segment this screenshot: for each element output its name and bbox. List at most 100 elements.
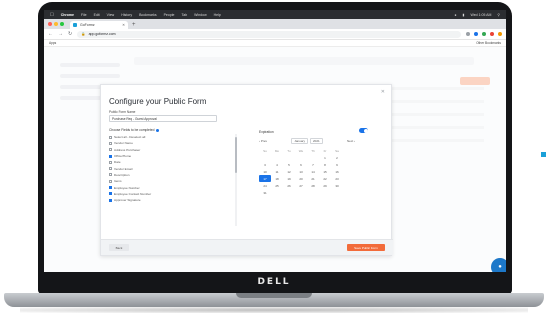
calendar-day[interactable]: 29 [319,182,331,189]
calendar-day[interactable]: 25 [271,182,283,189]
back-arrow-icon[interactable]: ← [48,31,53,37]
calendar-day-selected[interactable]: 17 [259,175,271,182]
menu-bookmarks[interactable]: Bookmarks [139,13,157,17]
fields-label: Choose Fields to be completed [109,128,160,132]
year-select[interactable]: 2021 [310,138,323,144]
menu-window[interactable]: Window [194,13,206,17]
save-public-form-button[interactable]: Save Public Form [347,244,385,251]
close-icon[interactable]: ✕ [381,89,385,95]
extension-icon[interactable] [482,32,486,36]
browser-toolbar: ← → ↻ 🔒 app.goformz.com [44,29,506,40]
profile-avatar-icon[interactable] [498,32,502,36]
checkbox[interactable] [109,179,112,183]
checkbox[interactable] [109,160,112,164]
address-bar[interactable]: 🔒 app.goformz.com [77,30,461,38]
bookmark-other[interactable]: Other Bookmarks [476,41,501,45]
calendar-day[interactable]: 26 [283,182,295,189]
reload-icon[interactable]: ↻ [68,31,72,37]
calendar-weekday: Sa [335,148,339,153]
field-label: Employee Number [114,185,140,190]
calendar-day[interactable]: 23 [331,175,343,182]
calendar-day[interactable]: 13 [295,168,307,175]
checkbox[interactable] [109,167,112,171]
checkbox[interactable] [109,173,112,177]
minimize-window-button[interactable] [54,22,58,26]
back-button[interactable]: Back [109,244,129,251]
checkbox[interactable] [109,192,112,196]
chat-icon[interactable]: ● [491,258,506,272]
menubar-clock[interactable]: Wed 1:05 AM [470,13,491,17]
field-label: Date [114,160,121,165]
calendar-day[interactable]: 7 [307,161,319,168]
checkbox[interactable] [109,154,112,158]
calendar-next-button[interactable]: Next › [347,139,355,143]
search-icon[interactable]: ⚲ [497,13,500,17]
calendar-blank [283,154,295,161]
menu-file[interactable]: File [81,13,87,17]
wifi-icon[interactable]: ● [454,13,456,17]
tab-title: GoFormz [80,23,95,27]
calendar-day[interactable]: 28 [307,182,319,189]
menu-view[interactable]: View [107,13,115,17]
new-tab-icon[interactable]: + [132,22,136,28]
apple-icon[interactable]:  [50,12,54,18]
calendar-day[interactable]: 16 [331,168,343,175]
menu-history[interactable]: History [121,13,132,17]
calendar-day[interactable]: 18 [271,175,283,182]
checkbox[interactable] [109,148,112,152]
bookmark-apps[interactable]: Apps [49,41,56,45]
calendar-day[interactable]: 19 [283,175,295,182]
calendar-day[interactable]: 4 [271,161,283,168]
calendar-day[interactable]: 9 [331,161,343,168]
accent-square [541,152,546,157]
calendar-day[interactable]: 6 [295,161,307,168]
info-icon[interactable] [156,128,160,132]
calendar-day[interactable]: 12 [283,168,295,175]
menubar-app-name[interactable]: Chrome [61,13,74,17]
dialog-footer: Back Save Public Form [101,239,393,255]
close-window-button[interactable] [48,22,52,26]
field-item[interactable]: Approver Signature [109,197,236,203]
calendar-day[interactable]: 24 [259,182,271,189]
calendar-day[interactable]: 8 [319,161,331,168]
menu-edit[interactable]: Edit [94,13,100,17]
calendar-day[interactable]: 21 [307,175,319,182]
month-select[interactable]: January [291,138,308,144]
calendar-blank [295,154,307,161]
checkbox[interactable] [109,135,112,139]
menu-help[interactable]: Help [214,13,221,17]
calendar-prev-button[interactable]: ‹ Prev [259,139,267,143]
calendar-day[interactable]: 5 [283,161,295,168]
calendar-day[interactable]: 30 [331,182,343,189]
checkbox[interactable] [109,141,112,145]
bookmark-star-icon[interactable] [466,32,470,36]
checkbox[interactable] [109,198,112,202]
battery-icon[interactable]: ▮ [463,13,465,17]
extension-icon[interactable] [490,32,494,36]
extension-icon[interactable] [474,32,478,36]
extension-icons [466,32,502,36]
calendar-day[interactable]: 20 [295,175,307,182]
form-name-input[interactable]: Purchase Req - Guest Approval [109,115,217,122]
calendar-day[interactable]: 1 [319,154,331,161]
checkbox[interactable] [109,186,112,190]
calendar-day[interactable]: 31 [259,189,271,196]
calendar-day[interactable]: 15 [319,168,331,175]
calendar-day[interactable]: 11 [271,168,283,175]
fields-scrollbar-thumb[interactable] [235,137,237,173]
field-label: Address Purchaser [114,147,141,152]
calendar-day[interactable]: 14 [307,168,319,175]
calendar-day[interactable]: 27 [295,182,307,189]
calendar-day[interactable]: 22 [319,175,331,182]
forward-arrow-icon[interactable]: → [58,31,63,37]
calendar-day[interactable]: 10 [259,168,271,175]
tab-close-icon[interactable]: ✕ [122,23,125,27]
calendar-day[interactable]: 2 [331,154,343,161]
browser-tab[interactable]: GoFormz ✕ [70,21,128,29]
maximize-window-button[interactable] [60,22,64,26]
menu-tab[interactable]: Tab [182,13,188,17]
calendar-day[interactable]: 3 [259,161,271,168]
lock-icon: 🔒 [81,32,86,36]
menu-people[interactable]: People [164,13,175,17]
expiration-toggle[interactable] [359,128,368,133]
